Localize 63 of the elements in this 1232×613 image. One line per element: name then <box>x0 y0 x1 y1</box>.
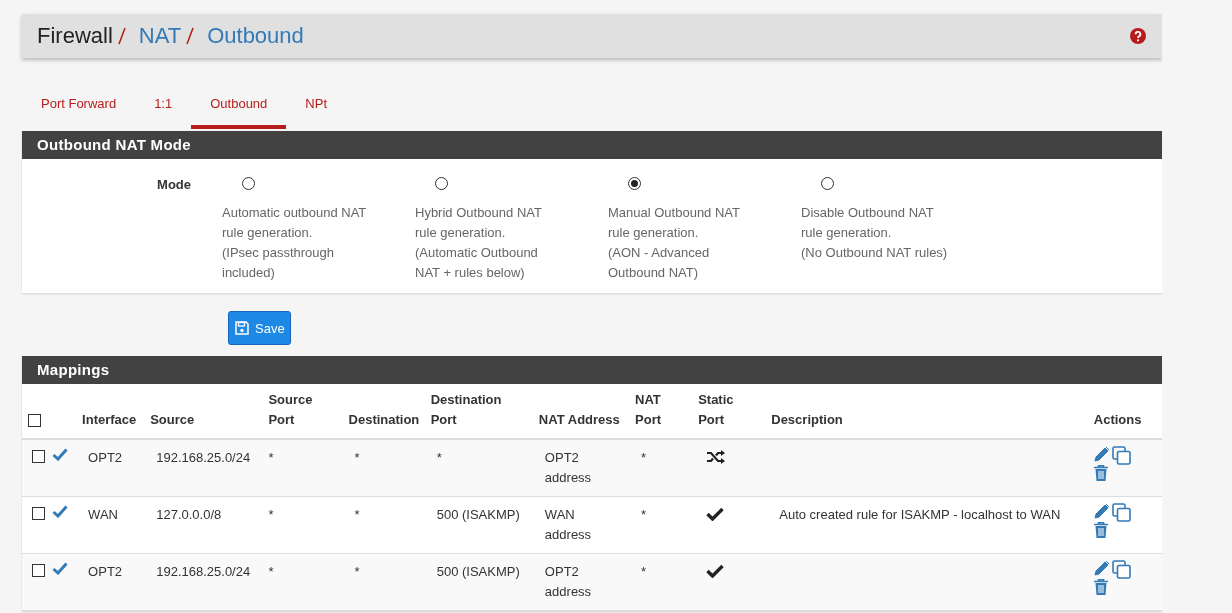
table-cell-text: * <box>435 449 442 467</box>
trash-icon[interactable] <box>1093 465 1108 481</box>
select-all-checkbox[interactable] <box>28 414 41 427</box>
breadcrumb-link[interactable]: Outbound <box>207 23 304 49</box>
option-label: Hybrid Outbound NAT rule generation. (Automatic Outbound NAT + rules below) <box>415 204 542 282</box>
column-header: NAT Port <box>635 391 661 429</box>
table-cell-text: * <box>353 506 360 524</box>
option-label: Manual Outbound NAT rule generation. (AON - Advanced Outbound NAT) <box>608 204 740 282</box>
table-cell-text: 500 (ISAKMP) <box>435 506 520 524</box>
edit-icon[interactable] <box>1093 560 1110 576</box>
table-cell-text: * <box>353 449 360 467</box>
column-header: Source <box>150 411 195 429</box>
column-header: Description <box>771 411 843 429</box>
option-label: Disable Outbound NAT rule generation. (No Outbound NAT rules) <box>801 204 948 262</box>
table-cell-text: OPT2 <box>87 449 123 467</box>
edit-icon[interactable] <box>1093 503 1110 519</box>
trash-icon[interactable] <box>1093 579 1108 595</box>
nav-tab[interactable]: 1:1 <box>135 82 192 129</box>
help-icon[interactable] <box>1130 28 1146 44</box>
edit-icon[interactable] <box>1093 446 1110 462</box>
trash-icon[interactable] <box>1093 522 1108 538</box>
save-icon <box>235 321 249 335</box>
table-cell-text: OPT2 address <box>543 563 592 601</box>
breadcrumb-link[interactable]: NAT <box>138 23 182 49</box>
column-header: Source Port <box>268 391 313 429</box>
panel-heading: Mappings <box>22 356 1162 384</box>
table-cell-text: * <box>640 449 647 467</box>
table-cell-text: 192.168.25.0/24 <box>155 563 251 581</box>
save-button[interactable]: Save <box>228 311 291 345</box>
column-header: Actions <box>1093 411 1142 429</box>
column-header: NAT Address <box>538 411 620 429</box>
table-cell-text: 192.168.25.0/24 <box>155 449 251 467</box>
table-cell-text: 500 (ISAKMP) <box>435 563 520 581</box>
column-header: Static Port <box>698 391 734 429</box>
table-cell-text: Auto created rule for ISAKMP - localhost to WAN <box>778 506 1061 524</box>
table-cell-text: * <box>640 506 647 524</box>
panel-heading: Outbound NAT Mode <box>22 131 1162 159</box>
column-header: Destination Port <box>430 391 502 429</box>
table-cell-text: * <box>268 506 274 524</box>
row-checkbox[interactable] <box>32 564 45 577</box>
copy-icon[interactable] <box>1111 560 1131 579</box>
table-cell-text: OPT2 <box>87 563 123 581</box>
breadcrumb-text: Firewall <box>37 23 113 49</box>
column-header: Interface <box>82 411 137 429</box>
column-header: Destination <box>348 411 420 429</box>
copy-icon[interactable] <box>1111 446 1131 465</box>
nav-tab[interactable]: NPt <box>286 82 346 129</box>
table-cell-text: 127.0.0.0/8 <box>155 506 222 524</box>
table-cell-text: WAN <box>87 506 118 524</box>
mode-label: Mode <box>156 177 191 194</box>
separator-icon <box>117 27 126 45</box>
table-cell-text: * <box>353 563 360 581</box>
table-cell-text: * <box>640 563 647 581</box>
table-cell-text: * <box>268 563 274 581</box>
table-cell-text: WAN address <box>543 506 592 544</box>
row-checkbox[interactable] <box>32 507 45 520</box>
row-checkbox[interactable] <box>32 450 45 463</box>
option-label: Automatic outbound NAT rule generation. (IPsec passthrough included) <box>222 204 367 282</box>
nav-tab[interactable]: Port Forward <box>22 82 136 129</box>
table-cell-text: OPT2 address <box>543 449 592 487</box>
table-cell-text: * <box>268 449 274 467</box>
separator-icon <box>186 27 195 45</box>
copy-icon[interactable] <box>1111 503 1131 522</box>
